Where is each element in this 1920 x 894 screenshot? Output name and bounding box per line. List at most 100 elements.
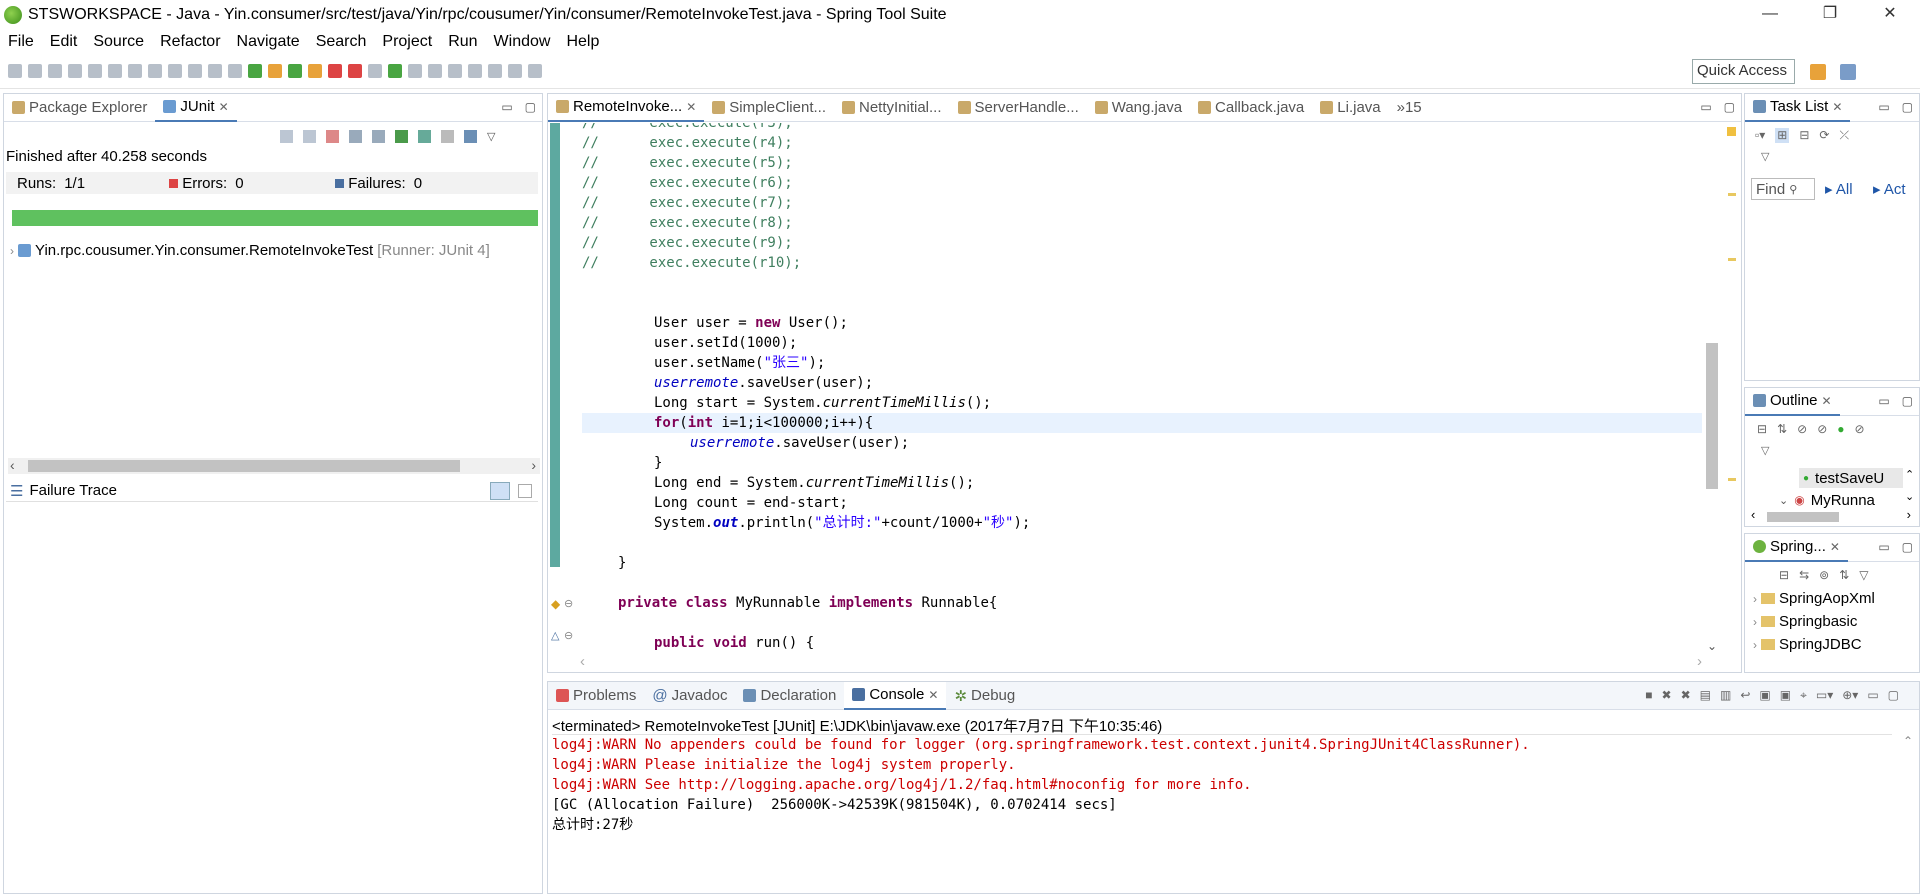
sort-icon[interactable]: ⇅ — [1777, 422, 1787, 436]
menu-run[interactable]: Run — [440, 33, 485, 51]
menu-navigate[interactable]: Navigate — [229, 33, 308, 51]
tab-package-explorer[interactable]: Package Explorer — [4, 94, 155, 122]
new-class-icon[interactable] — [388, 64, 402, 78]
filter-trace-icon[interactable] — [490, 482, 510, 500]
menu-file[interactable]: File — [0, 33, 42, 51]
close-icon[interactable]: ✕ — [1822, 394, 1832, 408]
step-into-icon[interactable] — [188, 64, 202, 78]
compare-icon[interactable] — [518, 484, 532, 498]
tab-callback[interactable]: Callback.java — [1190, 94, 1312, 122]
menu-search[interactable]: Search — [308, 33, 375, 51]
tab-console[interactable]: Console ✕ — [844, 681, 947, 710]
outline-hscrollbar[interactable]: ‹ › — [1749, 507, 1915, 524]
coverage-icon[interactable] — [308, 64, 322, 78]
stop-icon[interactable]: ■ — [1645, 688, 1652, 703]
minimize-icon[interactable]: ▭ — [1878, 100, 1889, 114]
layout-icon[interactable] — [372, 130, 385, 143]
minimize-icon[interactable]: ▭ — [1878, 394, 1889, 408]
console-output[interactable]: log4j:WARN No appenders could be found f… — [552, 734, 1892, 892]
scroll-up-arrow[interactable]: ⌃ — [1905, 468, 1914, 481]
collapse-all-icon[interactable]: ⊟ — [1757, 422, 1767, 436]
outline-item-method[interactable]: ● testSaveU — [1799, 468, 1903, 488]
debug-icon[interactable] — [268, 64, 282, 78]
minimize-icon[interactable]: ▭ — [1700, 100, 1711, 114]
task-all-link[interactable]: ▸ All — [1825, 180, 1853, 198]
print-icon[interactable] — [68, 64, 82, 78]
remove-launch-icon[interactable]: ✖ — [1662, 688, 1672, 703]
close-icon[interactable]: ✕ — [928, 688, 938, 702]
tab-junit[interactable]: JUnit ✕ — [155, 93, 237, 122]
task-find-input[interactable]: Find ⚲ — [1751, 178, 1815, 200]
editor-vscroll-thumb[interactable] — [1706, 343, 1718, 489]
scroll-lock-icon[interactable]: ▥ — [1720, 688, 1731, 703]
server-icon[interactable] — [348, 64, 362, 78]
maximize-icon[interactable]: ▢ — [1888, 688, 1899, 703]
chevron-right-icon[interactable]: › — [10, 244, 14, 258]
collapse-all-icon[interactable]: ⊟ — [1779, 568, 1789, 582]
close-button[interactable]: ✕ — [1860, 0, 1920, 30]
annotation-prev-icon[interactable] — [488, 64, 502, 78]
search-icon[interactable] — [448, 64, 462, 78]
new-java-project-icon[interactable] — [368, 64, 382, 78]
disconnect-icon[interactable] — [168, 64, 182, 78]
show-on-err-icon[interactable]: ▣ — [1780, 688, 1791, 703]
fold-icon[interactable]: ⊖ — [564, 629, 573, 642]
annotation-next-icon[interactable] — [468, 64, 482, 78]
quick-access-input[interactable]: Quick Access — [1692, 59, 1795, 84]
perspective-java-icon[interactable] — [1810, 64, 1826, 80]
rerun-icon[interactable] — [395, 130, 408, 143]
tab-netty-initial[interactable]: NettyInitial... — [834, 94, 950, 122]
view-menu-icon[interactable]: ▽ — [1761, 444, 1769, 457]
tab-debug[interactable]: ✲ Debug — [946, 682, 1023, 710]
spring-project-item[interactable]: › SpringJDBC — [1753, 636, 1862, 653]
scroll-up-arrow[interactable]: ⌃ — [1903, 734, 1913, 748]
group-icon[interactable]: ⊟ — [1799, 128, 1809, 143]
maximize-icon[interactable]: ▢ — [1724, 100, 1735, 114]
open-task-icon[interactable] — [428, 64, 442, 78]
menu-source[interactable]: Source — [85, 33, 152, 51]
sort-icon[interactable]: ⇅ — [1839, 568, 1849, 582]
restore-button[interactable]: ❐ — [1800, 0, 1860, 30]
word-wrap-icon[interactable]: ↩ — [1740, 688, 1750, 703]
pin-icon[interactable]: ⌖ — [1800, 688, 1807, 703]
hide-fields-icon[interactable]: ⊘ — [1797, 422, 1807, 436]
prev-failure-icon[interactable] — [303, 130, 316, 143]
scroll-right-arrow[interactable]: › — [1697, 653, 1702, 670]
maximize-icon[interactable]: ▢ — [525, 100, 536, 114]
categorize-icon[interactable]: ⊞ — [1775, 128, 1790, 143]
back-icon[interactable] — [508, 64, 522, 78]
outline-item-class[interactable]: ⌄ ◉ MyRunna — [1779, 490, 1903, 510]
filter-icon[interactable]: ⊚ — [1819, 568, 1829, 582]
chevron-right-icon[interactable]: › — [1753, 638, 1757, 652]
new-icon[interactable] — [8, 64, 22, 78]
save-all-icon[interactable] — [48, 64, 62, 78]
scroll-left-arrow[interactable]: ‹ — [10, 457, 15, 473]
rerun-failed-icon[interactable] — [418, 130, 431, 143]
tab-declaration[interactable]: Declaration — [735, 682, 844, 710]
scroll-left-arrow[interactable]: ‹ — [1751, 507, 1755, 522]
external-tools-icon[interactable] — [328, 64, 342, 78]
task-activate-link[interactable]: ▸ Act — [1873, 180, 1906, 198]
new-task-icon[interactable]: ▫▾ — [1755, 128, 1765, 143]
show-on-out-icon[interactable]: ▣ — [1759, 688, 1770, 703]
terminate-icon[interactable] — [148, 64, 162, 78]
scroll-lock-icon[interactable] — [349, 130, 362, 143]
remove-all-icon[interactable]: ✖ — [1681, 688, 1691, 703]
chevron-down-icon[interactable]: ⌄ — [1707, 639, 1717, 653]
scroll-right-arrow[interactable]: › — [531, 457, 536, 473]
maximize-icon[interactable]: ▢ — [1902, 394, 1913, 408]
close-icon[interactable]: ✕ — [1832, 100, 1842, 114]
perspective-debug-icon[interactable] — [1840, 64, 1856, 80]
tab-spring-explorer[interactable]: Spring... ✕ — [1745, 533, 1848, 562]
tab-outline[interactable]: Outline ✕ — [1745, 387, 1840, 416]
tab-task-list[interactable]: Task List ✕ — [1745, 93, 1851, 122]
sync-icon[interactable]: ⟳ — [1819, 128, 1829, 143]
open-type-icon[interactable] — [408, 64, 422, 78]
scroll-down-arrow[interactable]: ⌄ — [1905, 490, 1914, 503]
close-icon[interactable]: ✕ — [1830, 540, 1840, 554]
step-over-icon[interactable] — [208, 64, 222, 78]
hide-local-icon[interactable]: ⊘ — [1855, 422, 1865, 436]
tab-li[interactable]: Li.java — [1312, 94, 1388, 122]
chevron-right-icon[interactable]: › — [1753, 592, 1757, 606]
minimize-icon[interactable]: ▭ — [1867, 688, 1878, 703]
